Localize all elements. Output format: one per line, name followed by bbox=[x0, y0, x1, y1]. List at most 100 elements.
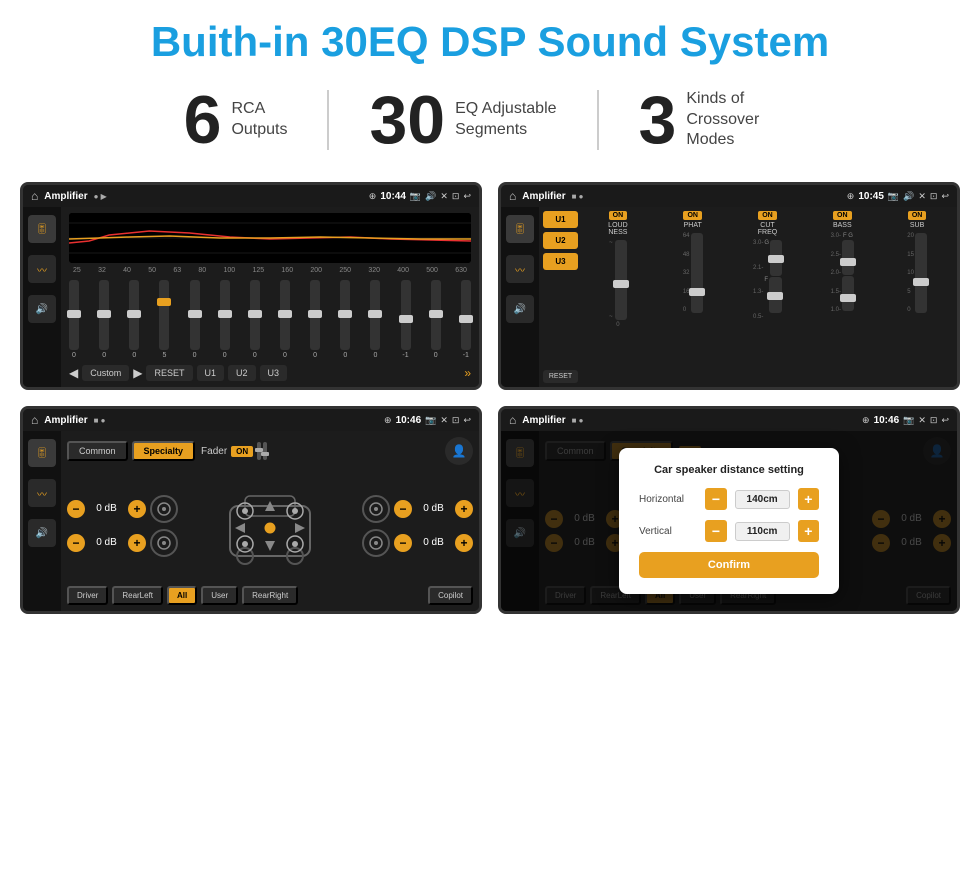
window-icon-br: ⊡ bbox=[930, 415, 938, 426]
volume-icon-tr: 🔊 bbox=[903, 191, 914, 202]
eq-reset-btn[interactable]: RESET bbox=[146, 365, 192, 381]
home-icon-br[interactable]: ⌂ bbox=[509, 413, 516, 427]
eq-content-tl: 2532405063 80100125160200 25032040050063… bbox=[61, 207, 479, 387]
rearleft-btn[interactable]: RearLeft bbox=[112, 586, 163, 605]
stat-number-rca: 6 bbox=[184, 86, 222, 154]
dsp-on-sub[interactable]: ON bbox=[908, 211, 927, 220]
dsp-slider-sub[interactable] bbox=[915, 233, 927, 313]
eq-sliders-row: 0 0 0 5 0 bbox=[69, 280, 471, 359]
time-tl: 10:44 bbox=[380, 191, 406, 202]
eq-more-icon[interactable]: » bbox=[464, 366, 471, 380]
eq-u1-btn[interactable]: U1 bbox=[197, 365, 225, 381]
eq-slider-1: 0 bbox=[99, 280, 109, 359]
eq-slider-2: 0 bbox=[129, 280, 139, 359]
location-icon-tl: ⊕ bbox=[369, 191, 377, 202]
close-icon-tl: ✕ bbox=[440, 191, 448, 202]
eq-u3-btn[interactable]: U3 bbox=[260, 365, 288, 381]
volume-icon-tl: 🔊 bbox=[425, 191, 436, 202]
driver-btn[interactable]: Driver bbox=[67, 586, 108, 605]
copilot-btn[interactable]: Copilot bbox=[428, 586, 473, 605]
common-tab[interactable]: Common bbox=[67, 441, 128, 461]
dsp-slider-loudness[interactable] bbox=[615, 240, 627, 320]
user-icon-btn[interactable]: 👤 bbox=[445, 437, 473, 465]
dsp-channel-sub: ON SUB 20151050 bbox=[881, 211, 953, 383]
stat-number-crossover: 3 bbox=[639, 86, 677, 154]
db-minus-fr[interactable]: − bbox=[394, 500, 412, 518]
user-btn[interactable]: User bbox=[201, 586, 238, 605]
speaker-side-btn-tr[interactable]: 🔊 bbox=[506, 295, 534, 323]
app-title-tl: Amplifier bbox=[44, 191, 87, 202]
wave-side-btn-tr[interactable]: 〰 bbox=[506, 255, 534, 283]
eq-freq-labels: 2532405063 80100125160200 25032040050063… bbox=[69, 267, 471, 274]
dialog-vertical-plus[interactable]: + bbox=[798, 520, 819, 542]
dsp-slider-phat[interactable] bbox=[691, 233, 703, 313]
dsp-reset-btn[interactable]: RESET bbox=[543, 370, 578, 383]
dsp-label-phat: PHAT bbox=[684, 222, 702, 229]
confirm-button[interactable]: Confirm bbox=[639, 552, 819, 578]
status-bar-tl: ⌂ Amplifier ● ▶ ⊕ 10:44 📷 🔊 ✕ ⊡ ↩ bbox=[23, 185, 479, 207]
dialog-horizontal-plus[interactable]: + bbox=[798, 488, 819, 510]
speaker-side-btn-bl[interactable]: 🔊 bbox=[28, 519, 56, 547]
status-left-bl: ⌂ Amplifier ■ ● bbox=[31, 413, 105, 427]
fader-middle: − 0 dB + − 0 dB + bbox=[67, 471, 473, 580]
db-plus-fl[interactable]: + bbox=[128, 500, 146, 518]
dsp-on-bass[interactable]: ON bbox=[833, 211, 852, 220]
eq-side-btn-tr[interactable]: 🎚 bbox=[506, 215, 534, 243]
db-minus-rr[interactable]: − bbox=[394, 534, 412, 552]
speaker-icon-rl bbox=[150, 529, 178, 557]
speaker-side-btn-tl[interactable]: 🔊 bbox=[28, 295, 56, 323]
dialog-vertical-value: 110cm bbox=[735, 522, 790, 541]
home-icon-tl[interactable]: ⌂ bbox=[31, 189, 38, 203]
status-bar-tr: ⌂ Amplifier ■ ● ⊕ 10:45 📷 🔊 ✕ ⊡ ↩ bbox=[501, 185, 957, 207]
wave-side-btn-bl[interactable]: 〰 bbox=[28, 479, 56, 507]
dsp-on-phat[interactable]: ON bbox=[683, 211, 702, 220]
db-minus-fl[interactable]: − bbox=[67, 500, 85, 518]
db-plus-rl[interactable]: + bbox=[128, 534, 146, 552]
distance-dialog: Car speaker distance setting Horizontal … bbox=[619, 448, 839, 594]
fader-sliders-mini bbox=[257, 442, 267, 460]
eq-prev-btn[interactable]: ◀ bbox=[69, 366, 78, 380]
eq-slider-9: 0 bbox=[340, 280, 350, 359]
dsp-on-cutfreq[interactable]: ON bbox=[758, 211, 777, 220]
app-title-bl: Amplifier bbox=[44, 415, 87, 426]
dsp-slider-bass-f[interactable] bbox=[842, 240, 854, 275]
dsp-slider-cutfreq-g[interactable] bbox=[770, 240, 782, 276]
specialty-tab[interactable]: Specialty bbox=[132, 441, 196, 461]
wave-side-btn-tl[interactable]: 〰 bbox=[28, 255, 56, 283]
camera-icon-tr: 📷 bbox=[888, 191, 899, 202]
all-btn[interactable]: All bbox=[167, 586, 197, 605]
home-icon-tr[interactable]: ⌂ bbox=[509, 189, 516, 203]
eq-side-btn-tl[interactable]: 🎚 bbox=[28, 215, 56, 243]
status-left-tl: ⌂ Amplifier ● ▶ bbox=[31, 189, 107, 203]
rearright-btn[interactable]: RearRight bbox=[242, 586, 298, 605]
eq-custom-btn[interactable]: Custom bbox=[82, 365, 129, 381]
dsp-slider-cutfreq-f[interactable] bbox=[769, 277, 782, 313]
home-icon-bl[interactable]: ⌂ bbox=[31, 413, 38, 427]
eq-side-btn-bl[interactable]: 🎚 bbox=[28, 439, 56, 467]
db-plus-rr[interactable]: + bbox=[455, 534, 473, 552]
db-minus-rl[interactable]: − bbox=[67, 534, 85, 552]
status-dots-tr: ■ ● bbox=[572, 192, 584, 201]
close-icon-bl: ✕ bbox=[440, 415, 448, 426]
dsp-u3-btn[interactable]: U3 bbox=[543, 253, 578, 270]
location-icon-tr: ⊕ bbox=[847, 191, 855, 202]
dsp-u2-btn[interactable]: U2 bbox=[543, 232, 578, 249]
eq-u2-btn[interactable]: U2 bbox=[228, 365, 256, 381]
eq-slider-12: 0 bbox=[431, 280, 441, 359]
dsp-channel-bass: ON BASS 3.0-2.5-2.0-1.5-1.0- F G bbox=[806, 211, 878, 383]
dsp-u1-btn[interactable]: U1 bbox=[543, 211, 578, 228]
dsp-slider-bass-g[interactable] bbox=[842, 276, 854, 311]
dsp-on-loudness[interactable]: ON bbox=[609, 211, 628, 220]
status-right-bl: ⊕ 10:46 📷 ✕ ⊡ ↩ bbox=[384, 415, 471, 426]
dialog-horizontal-minus[interactable]: − bbox=[705, 488, 726, 510]
eq-next-btn[interactable]: ▶ bbox=[133, 366, 142, 380]
db-plus-fr[interactable]: + bbox=[455, 500, 473, 518]
dialog-vertical-minus[interactable]: − bbox=[705, 520, 726, 542]
eq-slider-13: -1 bbox=[461, 280, 471, 359]
window-icon-bl: ⊡ bbox=[452, 415, 460, 426]
dsp-channel-cutfreq: ON CUTFREQ 3.0-2.1-1.3-0.5- G bbox=[732, 211, 804, 383]
fader-on-badge[interactable]: ON bbox=[231, 446, 253, 457]
status-right-tr: ⊕ 10:45 📷 🔊 ✕ ⊡ ↩ bbox=[847, 191, 949, 202]
db-row-fl: − 0 dB + bbox=[67, 495, 178, 523]
back-icon-br: ↩ bbox=[941, 415, 949, 426]
